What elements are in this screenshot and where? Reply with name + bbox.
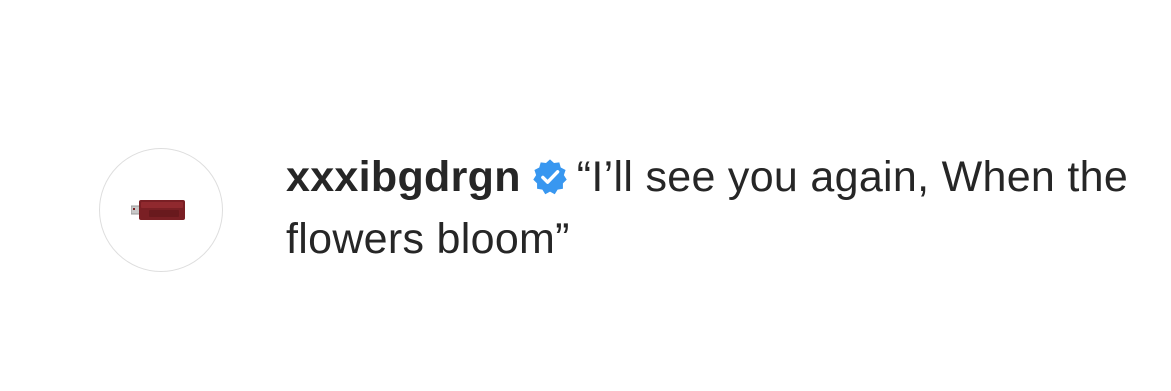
usb-stick-icon: [131, 200, 185, 220]
verified-badge-icon: [533, 159, 567, 195]
comment: xxxibgdrgn “I’ll see you again, When the…: [286, 146, 1146, 270]
avatar[interactable]: [99, 148, 223, 272]
username-link[interactable]: xxxibgdrgn: [286, 153, 521, 201]
